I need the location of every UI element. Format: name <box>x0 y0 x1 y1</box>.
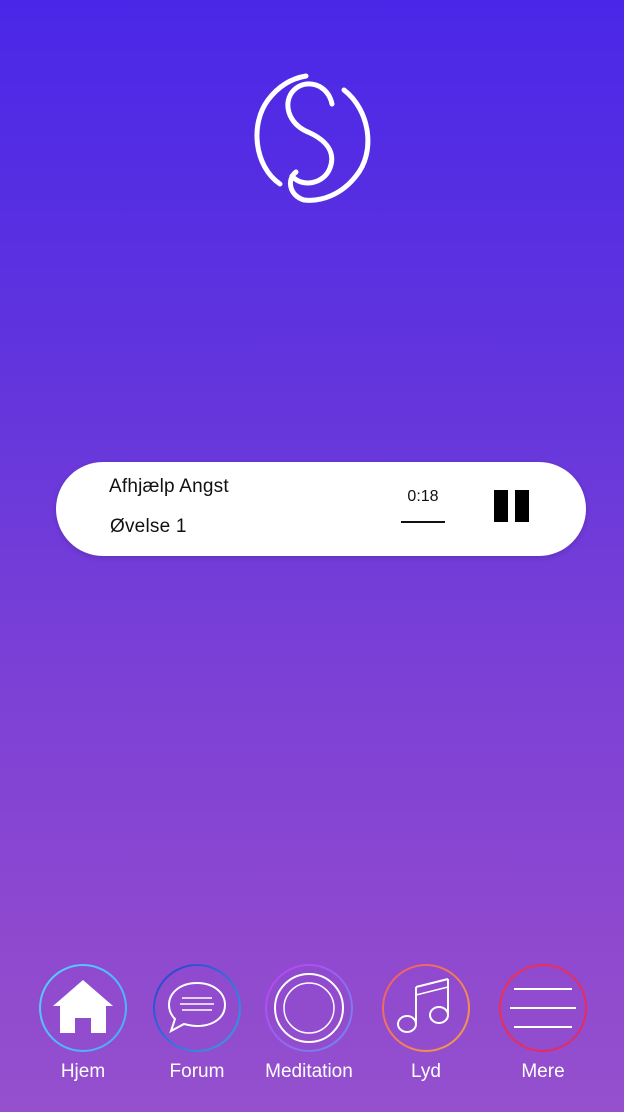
nav-label-home: Hjem <box>60 1061 106 1082</box>
app-screen: Afhjælp Angst Øvelse 1 0:18 Hjem Forum M… <box>0 0 624 1112</box>
menu-lines-icon <box>499 964 587 1052</box>
nav-item-sound[interactable]: Lyd <box>371 960 481 1090</box>
nav-item-forum[interactable]: Forum <box>142 960 252 1090</box>
elapsed-time: 0:18 <box>407 488 439 505</box>
pause-button[interactable] <box>492 490 532 524</box>
home-icon <box>39 964 127 1052</box>
nav-label-meditation: Meditation <box>265 1061 353 1082</box>
nav-label-forum: Forum <box>169 1061 225 1082</box>
progress-line <box>401 521 445 523</box>
audio-player-card: Afhjælp Angst Øvelse 1 0:18 <box>56 462 586 556</box>
track-title: Afhjælp Angst <box>109 476 229 497</box>
track-subtitle: Øvelse 1 <box>110 516 187 537</box>
bottom-nav: Hjem Forum Meditation Lyd Mere <box>0 960 624 1090</box>
nav-label-more: Mere <box>521 1061 565 1082</box>
nav-item-meditation[interactable]: Meditation <box>254 960 364 1090</box>
pause-icon-bar <box>515 490 529 522</box>
circle-icon <box>265 964 353 1052</box>
pause-icon <box>494 490 508 522</box>
nav-label-sound: Lyd <box>411 1061 441 1082</box>
nav-item-home[interactable]: Hjem <box>28 960 138 1090</box>
nav-item-more[interactable]: Mere <box>488 960 598 1090</box>
chat-bubble-icon <box>153 964 241 1052</box>
app-logo-icon <box>254 73 371 203</box>
music-note-icon <box>382 964 470 1052</box>
